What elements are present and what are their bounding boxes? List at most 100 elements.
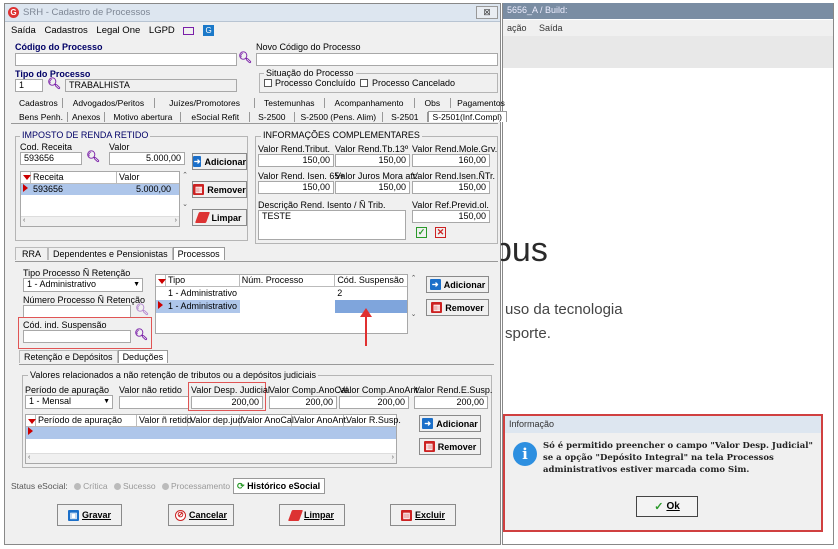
tab-juizes[interactable]: Juízes/Promotores	[155, 98, 255, 108]
periodo-label: Período de apuração	[25, 385, 110, 395]
background-menu-item[interactable]: Saída	[539, 23, 563, 33]
irrf-title: IMPOSTO DE RENDA RETIDO	[20, 130, 151, 140]
tab-cadastros[interactable]: Cadastros	[15, 98, 63, 108]
tab-motivo[interactable]: Motivo abertura	[105, 112, 182, 122]
h-scrollbar[interactable]: ‹ ›	[21, 216, 179, 226]
ok-button[interactable]: ✓ Ok	[636, 496, 698, 517]
irrf-remove-button[interactable]: ▥ Remover	[192, 181, 247, 198]
codigo-input[interactable]	[15, 53, 237, 66]
trash-icon: ▥	[193, 184, 205, 195]
arrow-right-icon: ➜	[429, 279, 441, 290]
cancelar-button[interactable]: ⊘ Cancelar	[168, 504, 234, 526]
valores-title: Valores relacionados a não retenção de t…	[28, 370, 319, 380]
menu-lgpd[interactable]: LGPD	[149, 25, 175, 36]
search-icon[interactable]: 🔍︎	[47, 77, 61, 90]
tab-rra[interactable]: RRA	[15, 247, 49, 260]
irrf-add-button[interactable]: ➜ Adicionar	[192, 153, 247, 170]
excluir-button[interactable]: ▥ Excluir	[390, 504, 456, 526]
table-row[interactable]	[26, 427, 396, 439]
menu-saida[interactable]: Saída	[11, 25, 36, 36]
arrow-right-icon: ➜	[193, 156, 202, 167]
search-icon[interactable]: 🔍︎	[238, 51, 252, 64]
cod-susp-input[interactable]	[23, 330, 131, 343]
menu-legal-one[interactable]: Legal One	[96, 25, 140, 36]
tab-s2500[interactable]: S-2500	[250, 112, 295, 122]
cod-receita-input[interactable]: 593656	[20, 152, 82, 165]
concluido-checkbox[interactable]	[264, 79, 272, 87]
close-button[interactable]: ⊠	[476, 6, 498, 19]
search-icon[interactable]: 🔍︎	[134, 328, 148, 341]
v5-input[interactable]: 200,00	[414, 396, 488, 409]
v-scrollbar[interactable]: ⌃ ⌄	[408, 274, 419, 334]
v1-input[interactable]	[119, 396, 189, 409]
menu-cadastros[interactable]: Cadastros	[44, 25, 87, 36]
valores-add-button[interactable]: ➜ Adicionar	[419, 415, 481, 432]
eraser-icon	[195, 212, 211, 223]
desc-label: Descrição Rend. Isento / Ñ Trib.	[258, 200, 386, 210]
tipo-nret-label: Tipo Processo Ñ Retenção	[23, 268, 131, 278]
desc-input[interactable]: TESTE	[258, 210, 406, 240]
monitor-icon[interactable]	[183, 26, 195, 35]
tab-anexos[interactable]: Anexos	[68, 112, 106, 122]
tab-processos[interactable]: Processos	[172, 247, 225, 260]
f2-input[interactable]: 150,00	[335, 154, 410, 167]
radio-critica[interactable]	[74, 483, 82, 491]
historico-esocial-button[interactable]: ⟳ Histórico eSocial	[233, 478, 325, 494]
v2-input[interactable]: 200,00	[191, 396, 263, 409]
f4-input[interactable]: 150,00	[258, 181, 334, 194]
tab-advogados[interactable]: Advogados/Peritos	[63, 98, 156, 108]
tab-pagamentos[interactable]: Pagamentos	[451, 98, 511, 108]
f3-input[interactable]: 160,00	[412, 154, 490, 167]
v4-input[interactable]: 200,00	[339, 396, 409, 409]
table-row[interactable]: 1 - Administrativo 2	[156, 287, 407, 300]
tab-s2501-inf[interactable]: S-2501(Inf.Compl)	[427, 111, 507, 122]
radio-processamento[interactable]	[162, 483, 169, 491]
valores-remove-button[interactable]: ▥ Remover	[419, 438, 481, 455]
tab-s2500-pens[interactable]: S-2500 (Pens. Alim)	[295, 112, 384, 122]
valor-input[interactable]: 5.000,00	[109, 152, 185, 165]
tab-testemunhas[interactable]: Testemunhas	[255, 98, 325, 108]
tab-retencao[interactable]: Retenção e Depósitos	[19, 350, 118, 363]
f6-input[interactable]: 150,00	[412, 181, 490, 194]
tab-dependentes[interactable]: Dependentes e Pensionistas	[48, 247, 173, 260]
novo-codigo-input[interactable]	[256, 53, 498, 66]
tab-acompanhamento[interactable]: Acompanhamento	[325, 98, 415, 108]
cod-susp-label: Cód. ind. Suspensão	[23, 320, 107, 330]
tipo-nret-select[interactable]: 1 - Administrativo ▼	[23, 278, 143, 292]
cancel-icon[interactable]: ✕	[435, 227, 446, 238]
f5-input[interactable]: 150,00	[335, 181, 410, 194]
periodo-select[interactable]: 1 - Mensal ▼	[25, 395, 113, 409]
g-icon[interactable]: G	[203, 25, 215, 36]
f3-label: Valor Rend.Mole.Grv.	[412, 144, 498, 154]
dropdown-arrow-icon: ▼	[103, 398, 110, 405]
irrf-clear-button[interactable]: Limpar	[192, 209, 247, 226]
background-menu: ação Saída	[503, 20, 833, 36]
tab-bens[interactable]: Bens Penh.	[15, 112, 68, 122]
h-scrollbar[interactable]: ‹ ›	[26, 453, 396, 463]
process-window: G SRH - Cadastro de Processos ⊠ Saída Ca…	[4, 3, 507, 545]
processos-add-button[interactable]: ➜ Adicionar	[426, 276, 489, 293]
confirm-icon[interactable]: ✓	[416, 227, 427, 238]
processos-remove-button[interactable]: ▥ Remover	[426, 299, 489, 316]
search-icon[interactable]: 🔍︎	[86, 150, 100, 163]
col-receita: Receita	[31, 172, 117, 183]
limpar-button[interactable]: Limpar	[279, 504, 345, 526]
table-row[interactable]: 593656 5.000,00	[21, 184, 179, 195]
v-scrollbar[interactable]: ⌃ ⌄	[180, 171, 190, 227]
gravar-button[interactable]: ▣ Gravar	[57, 504, 122, 526]
background-menu-item[interactable]: ação	[507, 23, 527, 33]
dialog-message: Só é permitido preencher o campo "Valor …	[543, 441, 813, 475]
receita-grid: Receita Valor 593656 5.000,00 ‹ ›	[20, 171, 180, 227]
tab-esocial-refit[interactable]: eSocial Refit	[181, 112, 251, 122]
background-heading: bus	[493, 231, 548, 269]
search-icon[interactable]: 🔍︎	[135, 303, 149, 316]
cancelado-checkbox[interactable]	[360, 79, 368, 87]
f1-input[interactable]: 150,00	[258, 154, 334, 167]
v3-input[interactable]: 200,00	[269, 396, 337, 409]
tab-deducoes[interactable]: Deduções	[117, 350, 169, 363]
tipo-code-input[interactable]: 1	[15, 79, 43, 92]
tab-s2501[interactable]: S-2501	[383, 112, 428, 122]
radio-sucesso[interactable]	[114, 483, 122, 491]
ref-input[interactable]: 150,00	[412, 210, 490, 223]
tab-obs[interactable]: Obs	[415, 98, 452, 108]
